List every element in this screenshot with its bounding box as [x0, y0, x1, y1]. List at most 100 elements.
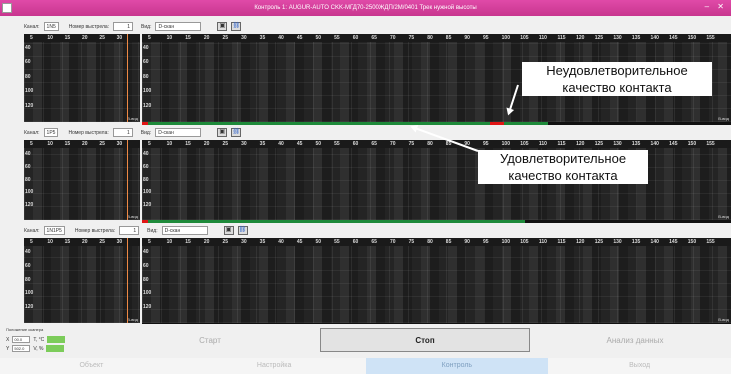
tab-2[interactable]: Контроль	[365, 358, 549, 374]
view-select[interactable]: D-скан	[161, 226, 208, 235]
y-tick-label: 40	[143, 151, 149, 157]
x-tick-label: 40	[278, 35, 284, 41]
x-tick-label: 125	[594, 141, 604, 147]
window-controls[interactable]: – ✕	[705, 2, 727, 11]
x-tick-label: 70	[389, 35, 396, 41]
scan-cursor[interactable]	[127, 34, 128, 122]
x-tick-label: 25	[222, 239, 228, 245]
x-tick-label: 65	[371, 141, 377, 147]
x-tick-label: 130	[613, 239, 622, 245]
view-corner-label: В-вид	[127, 116, 138, 121]
x-tick-label: 10	[47, 239, 53, 245]
scan-cursor[interactable]	[127, 238, 128, 323]
analysis-button[interactable]: Анализ данных	[540, 328, 730, 352]
x-tick-label: 75	[408, 141, 415, 147]
x-tick-label: 5	[148, 239, 151, 245]
annotation-bad-contact: Неудовлетворительное качество контакта	[522, 62, 712, 96]
x-tick-label: 150	[687, 35, 697, 41]
x-tick-label: 30	[116, 239, 123, 245]
save-icon[interactable]: ▣	[217, 22, 228, 31]
y-tick-label: 60	[25, 59, 31, 66]
scan-cursor[interactable]	[127, 140, 128, 220]
view-select[interactable]: D-скан	[155, 128, 202, 137]
x-tick-label: 5	[30, 141, 33, 147]
x-tick-label: 125	[594, 239, 604, 245]
y-tick-label: 100	[25, 290, 34, 297]
x-tick-label: 135	[631, 35, 641, 41]
y-tick-label: 60	[143, 163, 149, 170]
x-tick-label: 50	[315, 239, 322, 245]
tab-0[interactable]: Объект	[0, 358, 183, 374]
x-tick-label: 105	[520, 35, 529, 41]
x-tick-label: 145	[669, 35, 678, 41]
x-tick-label: 90	[464, 35, 470, 41]
link-icon[interactable]: ⛓	[231, 128, 242, 137]
x-tick-label: 80	[427, 35, 433, 41]
x-tick-label: 110	[538, 239, 547, 245]
x-axis-ticks: 5 10 15 20 25 30	[24, 238, 140, 246]
left-scan-view[interactable]: 5 10 15 20 25 30 40 60 80 100 120 В-вид	[24, 140, 140, 220]
x-tick-label: 110	[538, 35, 547, 41]
x-tick-label: 120	[576, 141, 585, 147]
temp-indicator	[47, 336, 66, 343]
left-scan-view[interactable]: 5 10 15 20 25 30 40 60 80 100 120 В-вид	[24, 34, 140, 122]
start-button[interactable]: Старт	[110, 328, 310, 352]
y-tick-label: 40	[25, 249, 31, 255]
x-tick-label: 130	[613, 35, 622, 41]
y-tick-label: 100	[143, 88, 152, 95]
scan-image	[24, 148, 140, 220]
shot-number-spinner[interactable]: 1	[112, 128, 133, 137]
x-tick-label: 35	[259, 35, 266, 41]
view-select[interactable]: D-скан	[155, 22, 202, 31]
x-tick-label: 15	[64, 141, 71, 147]
x-tick-label: 5	[148, 35, 151, 41]
x-tick-label: 30	[116, 141, 123, 147]
x-axis-ticks: 5 10 15 20 25 30 35 40 45 50 55 60 65 70 75 80 85 90 95 100…	[142, 140, 731, 148]
save-icon[interactable]: ▣	[223, 226, 234, 235]
view-corner-label: В-вид	[127, 317, 138, 322]
channel-select[interactable]: 1N1P5	[43, 226, 65, 235]
shot-number-spinner[interactable]: 1	[119, 226, 140, 235]
x-tick-label: 10	[166, 239, 173, 245]
x-tick-label: 20	[203, 35, 210, 41]
channel-select[interactable]: 1N5	[43, 22, 59, 31]
scan-image	[24, 246, 140, 323]
x-tick-label: 85	[445, 239, 452, 245]
right-scan-view[interactable]: 5 10 15 20 25 30 35 40 45 50 55 60 65 70 75 80 85 90 95 100…	[142, 238, 731, 323]
x-tick-label: 40	[278, 141, 284, 147]
y-tick-label: 60	[143, 59, 149, 66]
x-tick-label: 120	[576, 35, 585, 41]
x-tick-label: 125	[594, 35, 604, 41]
y-tick-label: 80	[25, 176, 31, 183]
tab-3[interactable]: Выход	[548, 358, 731, 374]
link-icon[interactable]: ⛓	[237, 226, 248, 235]
x-tick-label: 95	[483, 239, 489, 245]
x-tick-label: 65	[371, 35, 377, 41]
scan-image	[24, 42, 140, 122]
x-tick-label: 10	[166, 35, 173, 41]
x-tick-label: 105	[520, 141, 529, 147]
x-tick-label: 100	[501, 239, 510, 245]
scanner-x-row: X 00.0 T, °C	[6, 336, 66, 343]
x-tick-label: 60	[352, 35, 359, 41]
channel-select[interactable]: 1P5	[43, 128, 59, 137]
x-tick-label: 110	[538, 141, 547, 147]
stop-button[interactable]: Стоп	[320, 328, 530, 352]
shot-number-spinner[interactable]: 1	[113, 22, 134, 31]
x-tick-label: 30	[241, 239, 247, 245]
x-tick-label: 5	[30, 239, 33, 245]
x-tick-label: 60	[352, 239, 359, 245]
view-corner-label: В-вид	[127, 214, 138, 219]
y-tick-label: 120	[25, 102, 34, 109]
left-scan-view[interactable]: 5 10 15 20 25 30 40 60 80 100 120 В-вид	[24, 238, 140, 323]
x-tick-label: 70	[389, 141, 396, 147]
tab-1[interactable]: Настройка	[182, 358, 366, 374]
x-tick-label: 5	[30, 35, 33, 41]
save-icon[interactable]: ▣	[217, 128, 228, 137]
link-icon[interactable]: ⛓	[231, 22, 242, 31]
tab-bar: Объект Настройка Контроль Выход	[0, 358, 731, 374]
x-tick-label: 90	[464, 239, 470, 245]
x-tick-label: 45	[296, 141, 303, 147]
x-tick-label: 145	[669, 141, 678, 147]
y-tick-label: 40	[143, 45, 149, 51]
